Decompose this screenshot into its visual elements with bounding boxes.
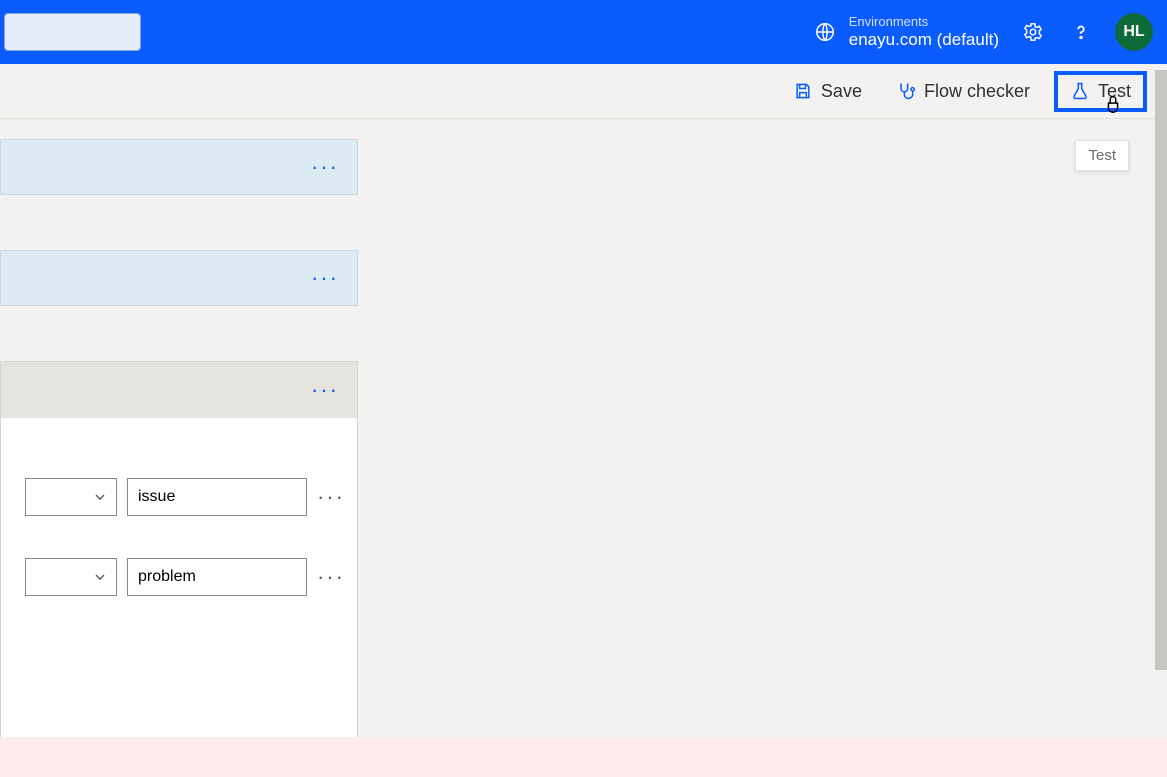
condition-value: problem [138, 568, 196, 586]
avatar[interactable]: HL [1115, 13, 1153, 51]
scrollbar[interactable] [1155, 70, 1167, 670]
chevron-down-icon [92, 569, 108, 585]
condition-value-input[interactable]: issue [127, 478, 307, 516]
help-icon[interactable] [1067, 18, 1095, 46]
save-label: Save [821, 81, 862, 102]
condition-card: ··· issue ··· problem ··· [0, 361, 358, 749]
condition-body: issue ··· problem ··· [1, 418, 357, 748]
environment-picker[interactable]: Environments enayu.com (default) [811, 15, 999, 49]
command-bar: Save Flow checker Test [0, 64, 1167, 119]
condition-value: issue [138, 488, 175, 506]
flow-step-card[interactable]: ··· [0, 139, 358, 195]
avatar-initials: HL [1123, 23, 1144, 41]
stethoscope-icon [896, 81, 916, 101]
settings-icon[interactable] [1019, 18, 1047, 46]
environment-name: enayu.com (default) [849, 30, 999, 50]
test-label: Test [1098, 81, 1131, 102]
error-footer [0, 737, 1167, 777]
ellipsis-icon[interactable]: ··· [317, 484, 345, 510]
ellipsis-icon[interactable]: ··· [317, 564, 345, 590]
test-button[interactable]: Test [1054, 71, 1147, 112]
search-input[interactable] [4, 13, 141, 51]
top-header: Environments enayu.com (default) HL [0, 0, 1167, 64]
flow-checker-button[interactable]: Flow checker [886, 75, 1040, 108]
operator-dropdown[interactable] [25, 478, 117, 516]
header-right: Environments enayu.com (default) HL [811, 0, 1153, 64]
environment-label: Environments [849, 15, 999, 30]
chevron-down-icon [92, 489, 108, 505]
condition-header[interactable]: ··· [1, 362, 357, 418]
flow-checker-label: Flow checker [924, 81, 1030, 102]
flask-icon [1070, 81, 1090, 101]
operator-dropdown[interactable] [25, 558, 117, 596]
save-button[interactable]: Save [783, 75, 872, 108]
condition-row: issue ··· [1, 478, 345, 516]
condition-value-input[interactable]: problem [127, 558, 307, 596]
save-icon [793, 81, 813, 101]
ellipsis-icon[interactable]: ··· [311, 377, 339, 403]
flow-step-card[interactable]: ··· [0, 250, 358, 306]
globe-icon [811, 18, 839, 46]
flow-canvas: ··· ··· ··· issue ··· proble [0, 119, 1167, 749]
condition-row: problem ··· [1, 558, 345, 596]
ellipsis-icon[interactable]: ··· [311, 154, 339, 180]
ellipsis-icon[interactable]: ··· [311, 265, 339, 291]
